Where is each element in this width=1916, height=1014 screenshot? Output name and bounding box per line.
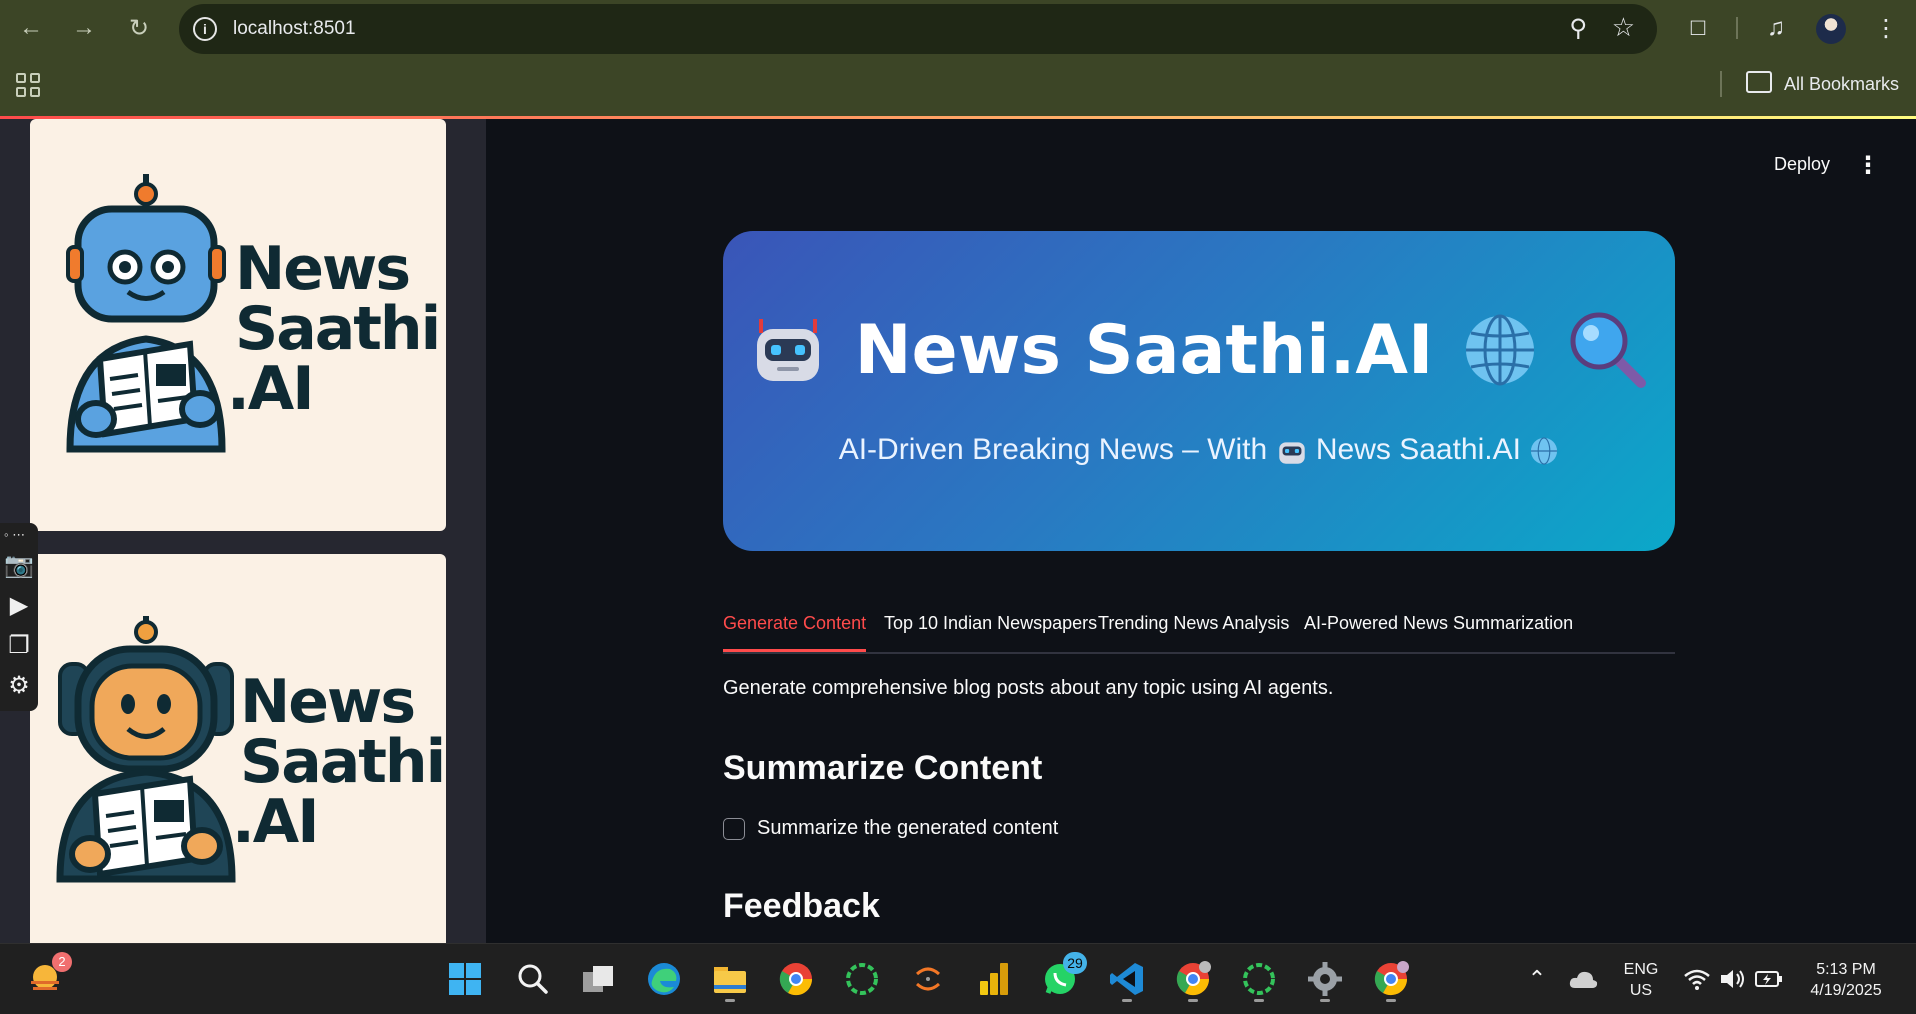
battery-icon[interactable] — [1746, 956, 1792, 1002]
running-indicator — [1122, 999, 1132, 1002]
tab-trending-news-analysis[interactable]: Trending News Analysis — [1098, 613, 1289, 652]
chrome-profile-icon-2[interactable] — [1368, 956, 1414, 1002]
clock[interactable]: 5:13 PM 4/19/2025 — [1796, 959, 1896, 1001]
tab-top-10-indian-newspapers[interactable]: Top 10 Indian Newspapers — [884, 613, 1097, 652]
forward-icon[interactable]: → — [66, 10, 102, 46]
hero-title-row: News Saathi.AI — [723, 309, 1675, 391]
search-icon[interactable] — [510, 956, 556, 1002]
sidebar: News Saathi .AI News Saathi .AI — [0, 119, 486, 943]
show-hidden-icons-icon[interactable]: ⌃ — [1514, 956, 1560, 1002]
weather-badge: 2 — [52, 952, 72, 972]
bookmarks-bar: All Bookmarks — [0, 57, 1916, 117]
all-bookmarks-link[interactable]: All Bookmarks — [1784, 74, 1899, 95]
main-content: Deploy ⋮ News Saathi.AI AI-Driven Breaki… — [486, 119, 1916, 943]
running-indicator — [1254, 999, 1264, 1002]
profile-avatar[interactable] — [1816, 14, 1846, 44]
main-menu-icon[interactable]: ⋮ — [1856, 151, 1880, 180]
media-controls-icon[interactable]: ♫ — [1758, 10, 1794, 46]
address-bar[interactable]: i localhost:8501 ⚲ ☆ — [179, 4, 1657, 54]
edge-icon[interactable] — [641, 956, 687, 1002]
apps-grid-icon[interactable] — [16, 73, 40, 97]
tab-bar: Generate Content Top 10 Indian Newspaper… — [723, 607, 1675, 654]
globe-icon — [1466, 314, 1535, 386]
robot-icon — [756, 319, 819, 381]
summarize-checkbox-row[interactable]: Summarize the generated content — [723, 817, 1058, 840]
loader-app-icon-2[interactable] — [1236, 956, 1282, 1002]
onedrive-cloud-icon[interactable] — [1560, 956, 1606, 1002]
tab-description: Generate comprehensive blog posts about … — [723, 677, 1334, 699]
logo-wordmark: News Saathi .AI — [232, 667, 446, 857]
summarize-heading: Summarize Content — [723, 749, 1043, 787]
hero-subtitle: AI-Driven Breaking News – With News Saat… — [723, 433, 1675, 467]
globe-icon — [1531, 437, 1558, 465]
running-indicator — [1386, 999, 1396, 1002]
extensions-icon[interactable]: □ — [1680, 10, 1716, 46]
url-text[interactable]: localhost:8501 — [233, 18, 356, 40]
summarize-checkbox-label[interactable]: Summarize the generated content — [757, 817, 1058, 840]
task-view-icon[interactable] — [575, 956, 621, 1002]
back-icon[interactable]: ← — [13, 10, 49, 46]
site-info-icon[interactable]: i — [193, 17, 217, 41]
camera-icon[interactable]: 📷 — [4, 551, 34, 581]
file-explorer-icon[interactable] — [707, 956, 753, 1002]
bookmarks-divider — [1720, 71, 1722, 97]
logo-wordmark: News Saathi .AI — [227, 234, 441, 424]
summarize-checkbox[interactable] — [723, 817, 745, 840]
gear-icon[interactable]: ⚙ — [4, 671, 34, 701]
settings-gear-icon[interactable] — [1302, 956, 1348, 1002]
magnifier-icon — [1570, 312, 1647, 388]
language-indicator[interactable]: ENG US — [1616, 959, 1666, 1001]
hero-banner: News Saathi.AI AI-Driven Breaking News –… — [723, 231, 1675, 551]
jupyter-icon[interactable] — [905, 956, 951, 1002]
whatsapp-icon[interactable]: 29 — [1037, 952, 1087, 1002]
running-indicator — [1320, 999, 1330, 1002]
tab-generate-content[interactable]: Generate Content — [723, 613, 867, 652]
toolbar-divider — [1736, 17, 1738, 39]
weather-widget-icon[interactable]: 2 — [22, 952, 72, 1002]
tab-ai-powered-news-summarization[interactable]: AI-Powered News Summarization — [1304, 613, 1573, 652]
windows-icon[interactable]: ❐ — [4, 631, 34, 661]
power-bi-icon[interactable] — [971, 956, 1017, 1002]
whatsapp-badge: 29 — [1063, 952, 1087, 974]
reload-icon[interactable]: ↻ — [121, 10, 157, 46]
bookmark-star-icon[interactable]: ☆ — [1612, 12, 1635, 43]
running-indicator — [1188, 999, 1198, 1002]
video-camera-icon[interactable]: ▶ — [4, 591, 34, 621]
chrome-icon[interactable] — [773, 956, 819, 1002]
logo-image-blue-robot: News Saathi .AI — [30, 119, 446, 531]
windows-taskbar: 2 29 ⌃ ENG US 5:13 PM 4/19/2025 — [0, 943, 1916, 1014]
address-row: ← → ↻ i localhost:8501 ⚲ ☆ □ ♫ ⋮ — [0, 0, 1916, 57]
deploy-button[interactable]: Deploy — [1774, 154, 1830, 175]
hero-title: News Saathi.AI — [854, 310, 1434, 390]
running-indicator — [725, 999, 735, 1002]
capture-toolbar: ◦ ⋯ 📷 ▶ ❐ ⚙ — [0, 523, 38, 711]
chrome-profile-icon[interactable] — [1170, 956, 1216, 1002]
browser-chrome: ← → ↻ i localhost:8501 ⚲ ☆ □ ♫ ⋮ All Boo… — [0, 0, 1916, 117]
robot-icon — [1278, 442, 1305, 464]
zoom-icon[interactable]: ⚲ — [1569, 14, 1587, 43]
logo-image-orange-robot: News Saathi .AI — [30, 554, 446, 943]
more-icon[interactable]: ◦ ⋯ — [4, 527, 25, 543]
start-icon[interactable] — [442, 956, 488, 1002]
feedback-heading: Feedback — [723, 887, 880, 925]
folder-icon[interactable] — [1746, 71, 1772, 93]
chrome-menu-icon[interactable]: ⋮ — [1868, 10, 1904, 46]
loader-app-icon[interactable] — [839, 956, 885, 1002]
vscode-icon[interactable] — [1104, 956, 1150, 1002]
